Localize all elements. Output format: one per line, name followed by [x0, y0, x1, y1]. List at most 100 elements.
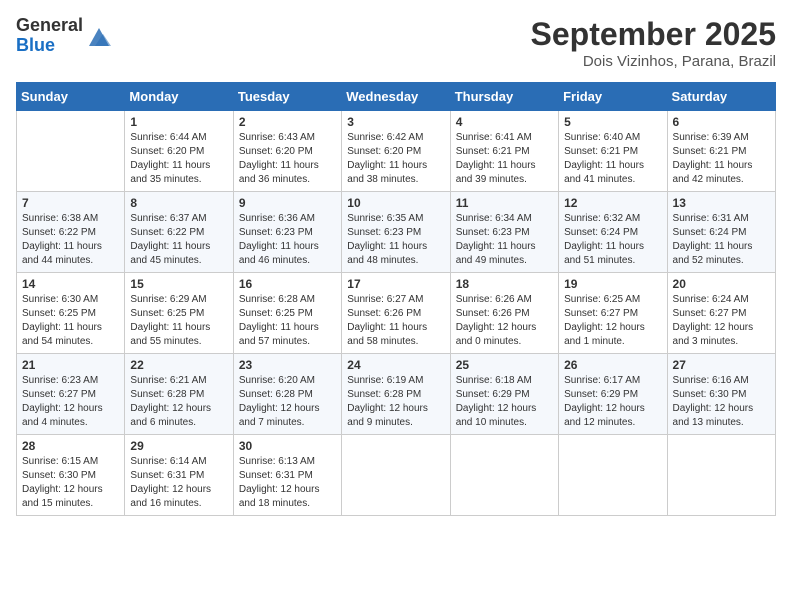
- day-number: 23: [239, 358, 336, 372]
- calendar-week-row: 28 Sunrise: 6:15 AMSunset: 6:30 PMDayligh…: [17, 435, 776, 516]
- calendar-cell: [559, 435, 667, 516]
- day-number: 28: [22, 439, 119, 453]
- calendar-cell: [667, 435, 775, 516]
- calendar-cell: 1 Sunrise: 6:44 AMSunset: 6:20 PMDaylight…: [125, 111, 233, 192]
- calendar-cell: 9 Sunrise: 6:36 AMSunset: 6:23 PMDaylight…: [233, 192, 341, 273]
- calendar-cell: 23 Sunrise: 6:20 AMSunset: 6:28 PMDayligh…: [233, 354, 341, 435]
- day-info: Sunrise: 6:30 AMSunset: 6:25 PMDaylight:…: [22, 293, 119, 349]
- day-number: 27: [673, 358, 770, 372]
- day-number: 13: [673, 196, 770, 210]
- day-number: 25: [456, 358, 553, 372]
- calendar-cell: 6Sunrise: 6:39 AMSunset: 6:21 PMDaylight…: [667, 111, 775, 192]
- day-info: Sunrise: 6:24 AMSunset: 6:27 PMDaylight:…: [673, 293, 770, 349]
- calendar-cell: [17, 111, 125, 192]
- day-info: Sunrise: 6:29 AMSunset: 6:25 PMDaylight:…: [130, 293, 227, 349]
- calendar-cell: 11Sunrise: 6:34 AMSunset: 6:23 PMDayligh…: [450, 192, 558, 273]
- calendar-header-row: SundayMondayTuesdayWednesdayThursdayFrid…: [17, 83, 776, 111]
- day-info: Sunrise: 6:34 AMSunset: 6:23 PMDaylight:…: [456, 212, 553, 268]
- day-info: Sunrise: 6:20 AMSunset: 6:28 PMDaylight:…: [239, 374, 336, 430]
- day-info: Sunrise: 6:44 AMSunset: 6:20 PMDaylight:…: [130, 131, 227, 187]
- day-number: 19: [564, 277, 661, 291]
- day-info: Sunrise: 6:37 AMSunset: 6:22 PMDaylight:…: [130, 212, 227, 268]
- calendar-cell: 26 Sunrise: 6:17 AMSunset: 6:29 PMDayligh…: [559, 354, 667, 435]
- logo-general-text: General: [16, 16, 83, 36]
- logo: General Blue: [16, 16, 113, 56]
- calendar-cell: 8 Sunrise: 6:37 AMSunset: 6:22 PMDaylight…: [125, 192, 233, 273]
- day-number: 3: [347, 115, 444, 129]
- day-number: 9: [239, 196, 336, 210]
- calendar-week-row: 1 Sunrise: 6:44 AMSunset: 6:20 PMDaylight…: [17, 111, 776, 192]
- day-number: 15: [130, 277, 227, 291]
- calendar-cell: 10Sunrise: 6:35 AMSunset: 6:23 PMDayligh…: [342, 192, 450, 273]
- calendar-cell: 28 Sunrise: 6:15 AMSunset: 6:30 PMDayligh…: [17, 435, 125, 516]
- title-block: September 2025 Dois Vizinhos, Parana, Br…: [531, 16, 776, 70]
- calendar-cell: 18Sunrise: 6:26 AMSunset: 6:26 PMDayligh…: [450, 273, 558, 354]
- calendar-cell: 12Sunrise: 6:32 AMSunset: 6:24 PMDayligh…: [559, 192, 667, 273]
- day-number: 18: [456, 277, 553, 291]
- calendar-cell: 13 Sunrise: 6:31 AMSunset: 6:24 PMDayligh…: [667, 192, 775, 273]
- day-info: Sunrise: 6:16 AMSunset: 6:30 PMDaylight:…: [673, 374, 770, 430]
- day-info: Sunrise: 6:28 AMSunset: 6:25 PMDaylight:…: [239, 293, 336, 349]
- day-number: 1: [130, 115, 227, 129]
- day-number: 8: [130, 196, 227, 210]
- calendar-day-header: Sunday: [17, 83, 125, 111]
- day-info: Sunrise: 6:18 AMSunset: 6:29 PMDaylight:…: [456, 374, 553, 430]
- day-number: 30: [239, 439, 336, 453]
- day-info: Sunrise: 6:31 AMSunset: 6:24 PMDaylight:…: [673, 212, 770, 268]
- day-info: Sunrise: 6:36 AMSunset: 6:23 PMDaylight:…: [239, 212, 336, 268]
- day-number: 26: [564, 358, 661, 372]
- calendar-cell: 5Sunrise: 6:40 AMSunset: 6:21 PMDaylight…: [559, 111, 667, 192]
- calendar-cell: 17 Sunrise: 6:27 AMSunset: 6:26 PMDayligh…: [342, 273, 450, 354]
- day-info: Sunrise: 6:25 AMSunset: 6:27 PMDaylight:…: [564, 293, 661, 349]
- calendar-day-header: Saturday: [667, 83, 775, 111]
- logo-blue-text: Blue: [16, 36, 83, 56]
- calendar-cell: 27 Sunrise: 6:16 AMSunset: 6:30 PMDayligh…: [667, 354, 775, 435]
- calendar-week-row: 7Sunrise: 6:38 AMSunset: 6:22 PMDaylight…: [17, 192, 776, 273]
- day-info: Sunrise: 6:14 AMSunset: 6:31 PMDaylight:…: [130, 455, 227, 511]
- calendar-day-header: Tuesday: [233, 83, 341, 111]
- day-number: 4: [456, 115, 553, 129]
- day-info: Sunrise: 6:17 AMSunset: 6:29 PMDaylight:…: [564, 374, 661, 430]
- calendar-day-header: Thursday: [450, 83, 558, 111]
- day-info: Sunrise: 6:27 AMSunset: 6:26 PMDaylight:…: [347, 293, 444, 349]
- day-number: 22: [130, 358, 227, 372]
- calendar-cell: 15 Sunrise: 6:29 AMSunset: 6:25 PMDayligh…: [125, 273, 233, 354]
- calendar-day-header: Wednesday: [342, 83, 450, 111]
- day-number: 20: [673, 277, 770, 291]
- day-number: 16: [239, 277, 336, 291]
- calendar-cell: 16 Sunrise: 6:28 AMSunset: 6:25 PMDayligh…: [233, 273, 341, 354]
- day-info: Sunrise: 6:13 AMSunset: 6:31 PMDaylight:…: [239, 455, 336, 511]
- day-info: Sunrise: 6:43 AMSunset: 6:20 PMDaylight:…: [239, 131, 336, 187]
- day-number: 21: [22, 358, 119, 372]
- location-text: Dois Vizinhos, Parana, Brazil: [531, 53, 776, 70]
- day-number: 24: [347, 358, 444, 372]
- day-info: Sunrise: 6:38 AMSunset: 6:22 PMDaylight:…: [22, 212, 119, 268]
- calendar-week-row: 14 Sunrise: 6:30 AMSunset: 6:25 PMDayligh…: [17, 273, 776, 354]
- day-info: Sunrise: 6:23 AMSunset: 6:27 PMDaylight:…: [22, 374, 119, 430]
- calendar-cell: 24Sunrise: 6:19 AMSunset: 6:28 PMDayligh…: [342, 354, 450, 435]
- day-number: 29: [130, 439, 227, 453]
- day-info: Sunrise: 6:15 AMSunset: 6:30 PMDaylight:…: [22, 455, 119, 511]
- day-info: Sunrise: 6:32 AMSunset: 6:24 PMDaylight:…: [564, 212, 661, 268]
- calendar-cell: 19 Sunrise: 6:25 AMSunset: 6:27 PMDayligh…: [559, 273, 667, 354]
- logo-icon: [85, 22, 113, 50]
- calendar-cell: 30 Sunrise: 6:13 AMSunset: 6:31 PMDayligh…: [233, 435, 341, 516]
- month-title: September 2025: [531, 16, 776, 53]
- day-info: Sunrise: 6:42 AMSunset: 6:20 PMDaylight:…: [347, 131, 444, 187]
- day-number: 17: [347, 277, 444, 291]
- calendar-day-header: Friday: [559, 83, 667, 111]
- day-number: 6: [673, 115, 770, 129]
- calendar-cell: 21 Sunrise: 6:23 AMSunset: 6:27 PMDayligh…: [17, 354, 125, 435]
- calendar-cell: [342, 435, 450, 516]
- calendar-cell: [450, 435, 558, 516]
- calendar-cell: 20 Sunrise: 6:24 AMSunset: 6:27 PMDayligh…: [667, 273, 775, 354]
- day-info: Sunrise: 6:35 AMSunset: 6:23 PMDaylight:…: [347, 212, 444, 268]
- day-info: Sunrise: 6:41 AMSunset: 6:21 PMDaylight:…: [456, 131, 553, 187]
- calendar-week-row: 21 Sunrise: 6:23 AMSunset: 6:27 PMDayligh…: [17, 354, 776, 435]
- page-header: General Blue September 2025 Dois Vizinho…: [16, 16, 776, 70]
- calendar-cell: 4 Sunrise: 6:41 AMSunset: 6:21 PMDaylight…: [450, 111, 558, 192]
- calendar-cell: 25 Sunrise: 6:18 AMSunset: 6:29 PMDayligh…: [450, 354, 558, 435]
- day-number: 14: [22, 277, 119, 291]
- day-info: Sunrise: 6:40 AMSunset: 6:21 PMDaylight:…: [564, 131, 661, 187]
- calendar-cell: 7Sunrise: 6:38 AMSunset: 6:22 PMDaylight…: [17, 192, 125, 273]
